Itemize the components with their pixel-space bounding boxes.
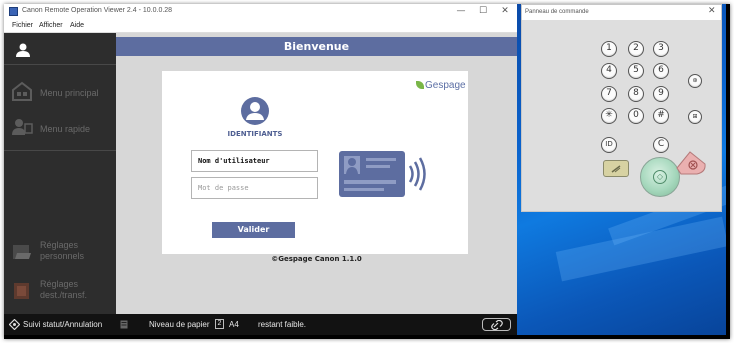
key-6[interactable]: 6 <box>653 63 669 79</box>
maximize-button[interactable]: ☐ <box>473 5 493 18</box>
logo-text: Gespage <box>425 80 466 91</box>
personal-settings-icon <box>13 245 31 259</box>
leaf-icon <box>416 81 424 89</box>
key-8[interactable]: 8 <box>628 86 644 102</box>
sidebar-item-label: Réglages dest./transf. <box>40 279 88 300</box>
validate-button[interactable]: Valider <box>212 222 295 238</box>
user-avatar-icon <box>241 97 269 125</box>
login-card: Gespage IDENTIFIANTS Nom d'utilisateur M… <box>162 71 468 254</box>
remote-viewer-window: Canon Remote Operation Viewer 2.4 - 10.0… <box>4 4 517 335</box>
counter-check-key[interactable]: ⊞ <box>688 110 702 124</box>
key-clear[interactable]: C <box>653 137 669 153</box>
password-field[interactable]: Mot de passe <box>191 177 318 199</box>
panel-title: Panneau de commande <box>525 9 589 15</box>
menu-file[interactable]: Fichier <box>12 22 33 29</box>
key-hash[interactable]: # <box>653 108 669 124</box>
sidebar-item-label: Menu principal <box>40 88 99 98</box>
quick-menu-icon <box>12 119 33 135</box>
sidebar-item-destination-settings[interactable]: Réglages dest./transf. <box>4 276 116 306</box>
panel-close-button[interactable]: ✕ <box>708 6 716 16</box>
panel-body: 1 2 3 4 5 6 7 8 9 ✳ 0 # ID C ⊛ ⊞ ◇ <box>522 20 721 211</box>
status-monitor-icon[interactable] <box>9 319 20 330</box>
sidebar-item-quick-menu[interactable]: Menu rapide <box>4 114 116 144</box>
menu-view[interactable]: Afficher <box>39 22 63 29</box>
panel-titlebar: Panneau de commande ✕ <box>522 5 721 20</box>
menu-bar: Fichier Afficher Aide <box>4 20 517 33</box>
viewer-titlebar: Canon Remote Operation Viewer 2.4 - 10.0… <box>4 4 517 20</box>
sidebar-item-label: Réglages personnels <box>40 240 85 261</box>
viewer-title: Canon Remote Operation Viewer 2.4 - 10.0… <box>22 7 173 14</box>
reset-icon <box>611 165 621 173</box>
welcome-header: Bienvenue <box>116 37 517 56</box>
reset-button[interactable] <box>603 160 629 177</box>
copyright-text: ©Gespage Canon 1.1.0 <box>271 255 362 263</box>
sidebar-divider <box>4 64 116 65</box>
key-5[interactable]: 5 <box>628 63 644 79</box>
key-7[interactable]: 7 <box>601 86 617 102</box>
stop-button[interactable] <box>673 150 707 176</box>
key-asterisk[interactable]: ✳ <box>601 108 617 124</box>
paper-status-text: restant faible. <box>258 320 307 329</box>
paper-tray-icon <box>120 320 128 329</box>
key-1[interactable]: 1 <box>601 41 617 57</box>
key-4[interactable]: 4 <box>601 63 617 79</box>
username-field[interactable]: Nom d'utilisateur <box>191 150 318 172</box>
home-icon <box>12 81 32 101</box>
sidebar-item-main-menu[interactable]: Menu principal <box>4 78 116 108</box>
paper-size: A4 <box>229 320 239 329</box>
sidebar-item-label: Menu rapide <box>40 124 91 134</box>
menu-help[interactable]: Aide <box>70 22 84 29</box>
paper-tray-number: 2 <box>215 319 224 329</box>
main-content: Bienvenue Gespage IDENTIFIANTS Nom d'uti… <box>116 33 517 314</box>
close-button[interactable]: ✕ <box>495 5 515 18</box>
key-3[interactable]: 3 <box>653 41 669 57</box>
key-0[interactable]: 0 <box>628 108 644 124</box>
remote-connection-button[interactable] <box>482 318 511 331</box>
link-icon <box>491 320 503 330</box>
user-icon[interactable] <box>15 42 31 58</box>
gespage-logo: Gespage <box>416 80 466 91</box>
identifiers-label: IDENTIFIANTS <box>227 130 283 138</box>
key-9[interactable]: 9 <box>653 86 669 102</box>
minimize-button[interactable]: — <box>451 5 471 18</box>
sidebar-divider <box>4 150 116 151</box>
energy-saver-key[interactable]: ⊛ <box>688 74 702 88</box>
control-panel-window: Panneau de commande ✕ 1 2 3 4 5 6 7 8 9 … <box>521 4 722 212</box>
paper-level-label: Niveau de papier <box>149 320 210 329</box>
sidebar: Menu principal Menu rapide Réglages pers… <box>4 33 116 314</box>
destination-settings-icon <box>14 283 29 299</box>
start-icon: ◇ <box>653 170 667 184</box>
badge-card-icon <box>339 151 426 197</box>
sidebar-item-personal-settings[interactable]: Réglages personnels <box>4 237 116 267</box>
status-bar: Suivi statut/Annulation Niveau de papier… <box>4 314 517 335</box>
status-cancel-label[interactable]: Suivi statut/Annulation <box>23 320 102 329</box>
app-icon <box>9 7 18 16</box>
key-id[interactable]: ID <box>601 137 617 153</box>
key-2[interactable]: 2 <box>628 41 644 57</box>
